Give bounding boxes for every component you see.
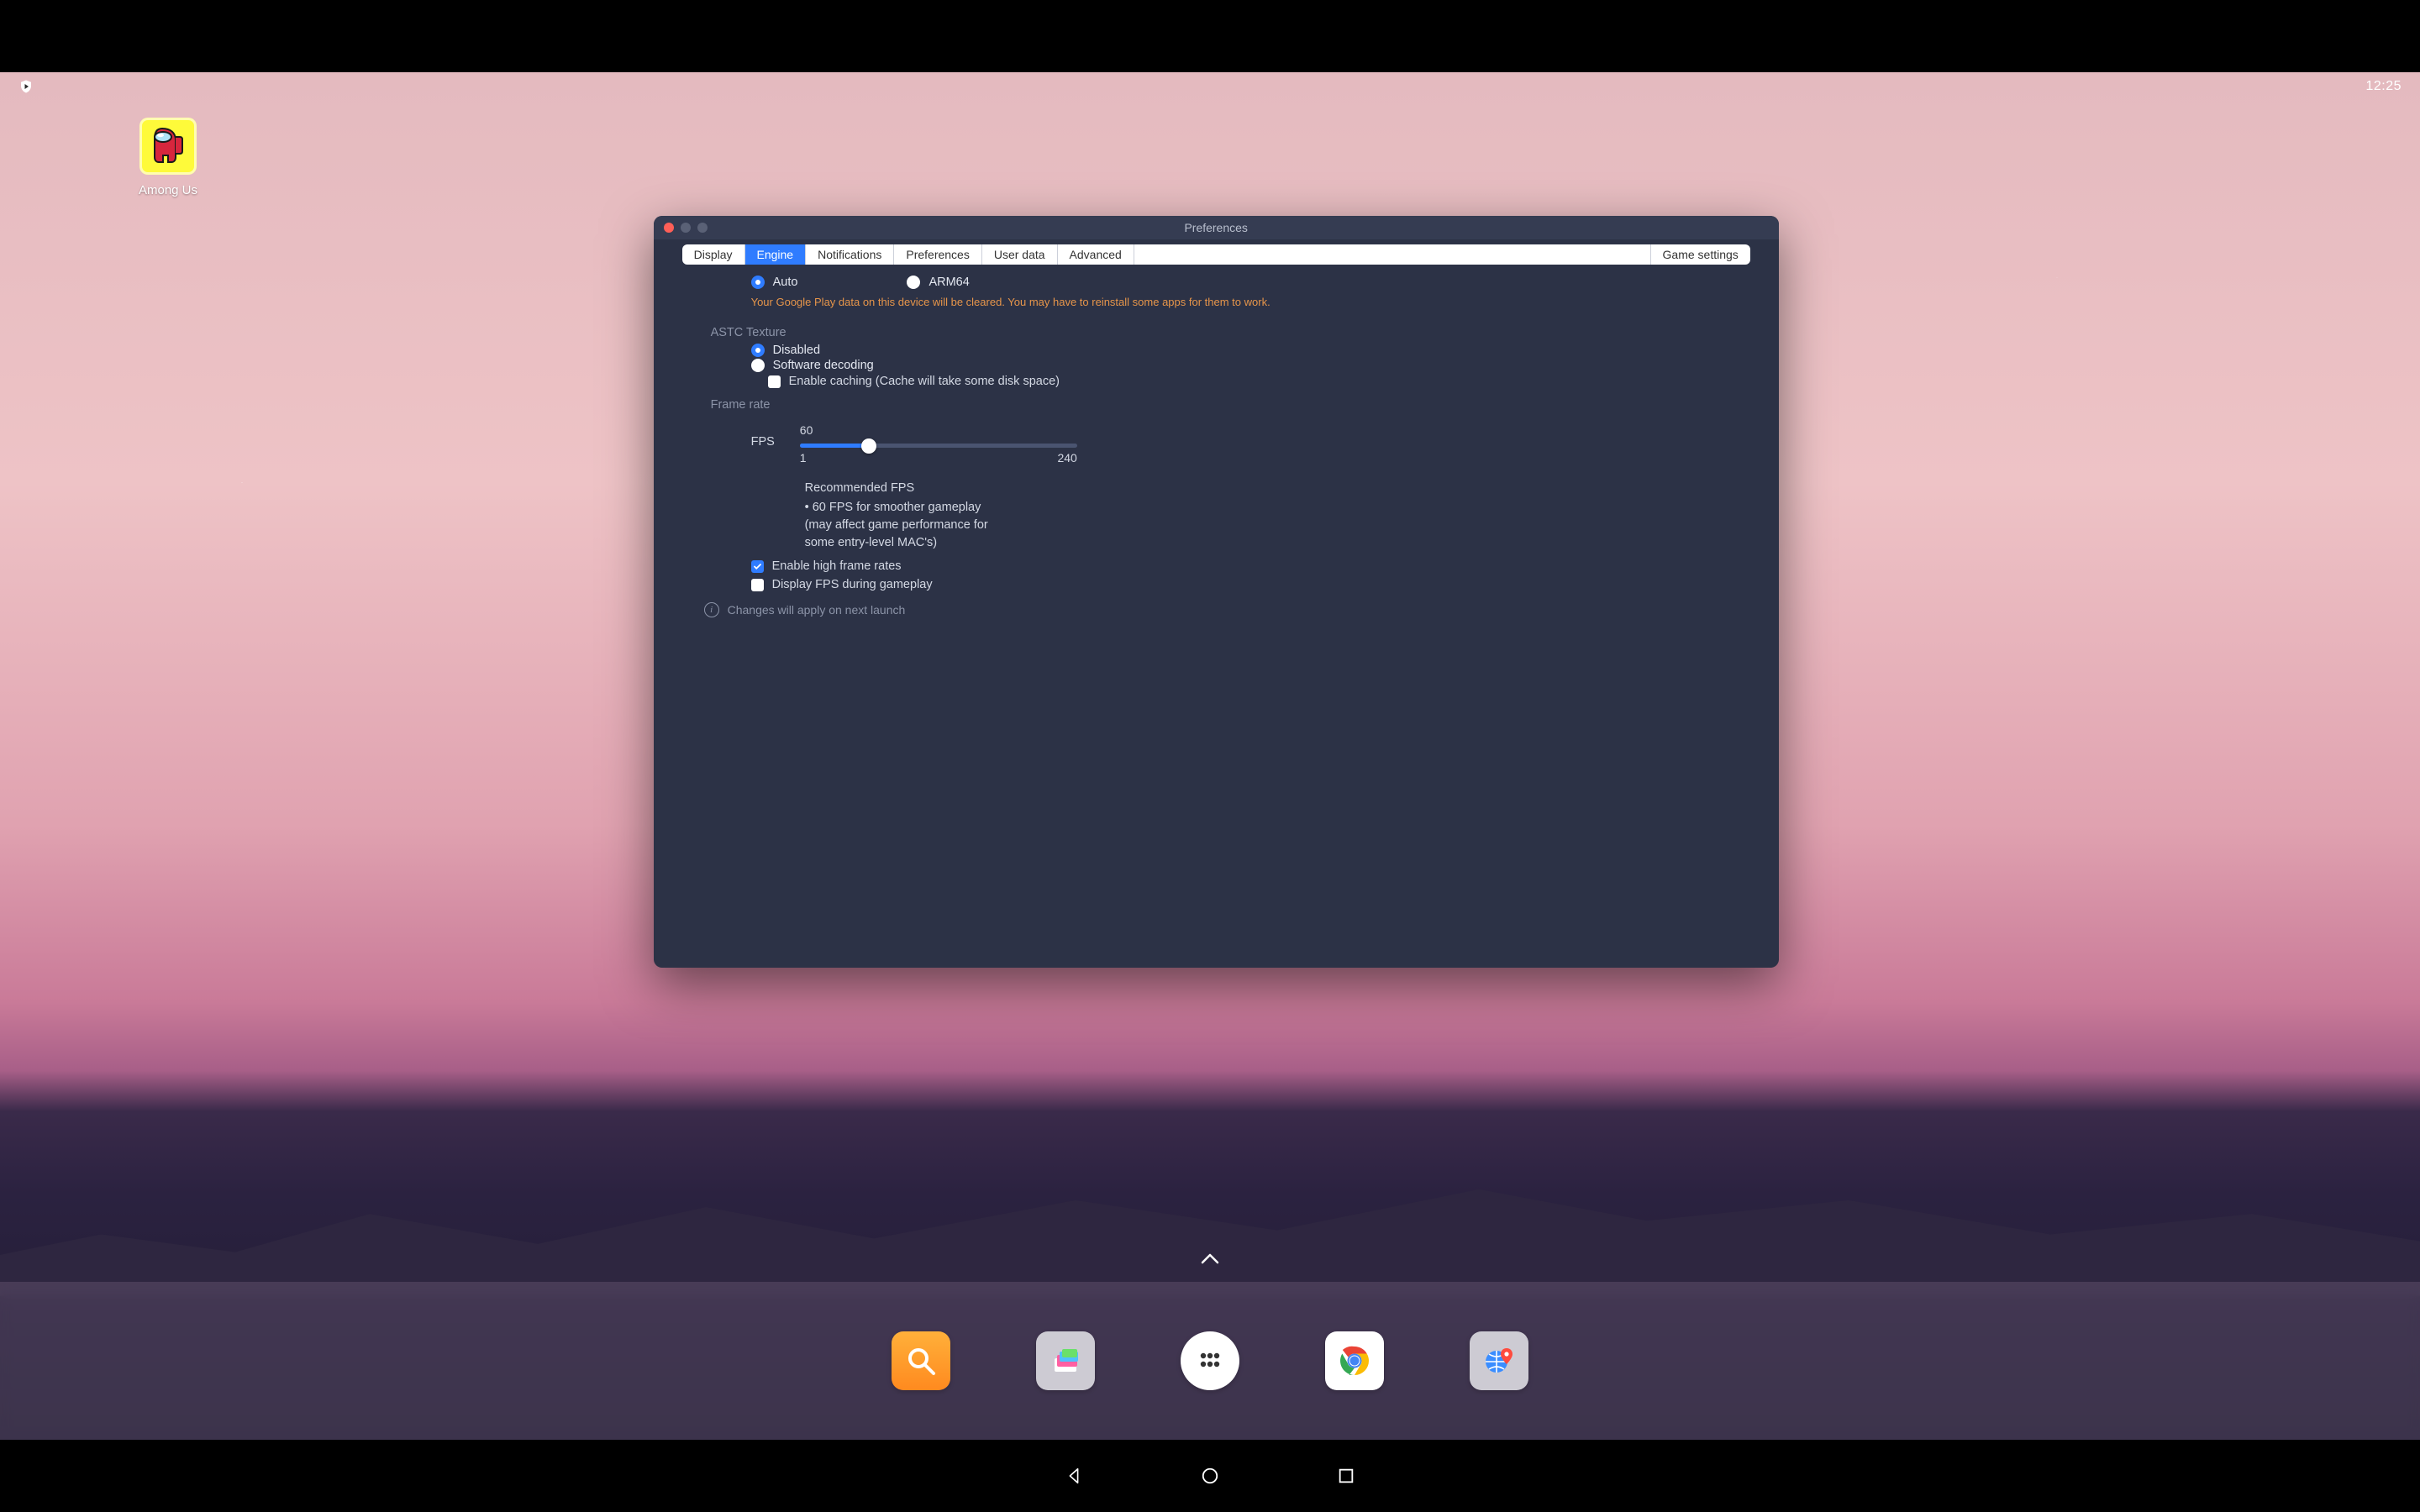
radio-icon [907,276,920,289]
letterbox-top [0,0,2420,72]
checkbox-icon [768,375,781,388]
slider-max: 240 [1057,451,1076,465]
preferences-window: Preferences Display Engine Notifications… [654,216,1779,968]
slider-fill [800,444,870,448]
among-us-icon [149,123,187,169]
checkbox-label: Display FPS during gameplay [772,578,933,591]
android-nav-bar [0,1440,2420,1512]
screen: 12:25 Among Us [0,0,2420,1512]
checkbox-enable-high-fps[interactable]: Enable high frame rates [704,557,1737,575]
status-bar: 12:25 [0,72,2420,101]
fps-slider[interactable]: 60 1 240 [800,423,1077,465]
tab-advanced[interactable]: Advanced [1058,244,1134,265]
search-icon [903,1343,939,1378]
radio-label: Software decoding [773,359,874,372]
slider-min: 1 [800,451,807,465]
tabs-row: Display Engine Notifications Preferences… [654,239,1779,265]
tab-display[interactable]: Display [682,244,745,265]
app-label: Among Us [139,183,197,197]
tab-engine[interactable]: Engine [745,244,807,265]
shield-play-icon [18,79,34,94]
nav-home-button[interactable] [1201,1467,1219,1485]
radio-icon [751,359,765,372]
chrome-icon [1337,1343,1372,1378]
reco-body: • 60 FPS for smoother gameplay (may affe… [805,499,1007,552]
checkbox-label: Enable high frame rates [772,559,902,573]
arch-options: Auto ARM64 [704,273,1737,291]
fps-row: FPS 60 1 240 [704,415,1737,465]
fps-recommendation: Recommended FPS • 60 FPS for smoother ga… [704,465,1007,557]
radio-arm64[interactable]: ARM64 [907,276,969,289]
radio-astc-software[interactable]: Software decoding [704,358,1737,373]
section-framerate-label: Frame rate [704,390,1737,415]
radio-auto[interactable]: Auto [751,276,798,289]
checkbox-icon [751,579,764,591]
wallpaper: 12:25 Among Us [0,72,2420,1439]
apps-grid-icon [1192,1343,1228,1378]
radio-icon [751,276,765,289]
tab-game-settings[interactable]: Game settings [1651,244,1750,265]
checkbox-display-fps[interactable]: Display FPS during gameplay [704,575,1737,594]
nav-recent-button[interactable] [1337,1467,1355,1485]
tab-spacer [1134,244,1651,265]
all-apps-chevron-icon[interactable] [1201,1252,1219,1268]
radio-astc-disabled[interactable]: Disabled [704,343,1737,358]
dock-maps[interactable] [1470,1331,1528,1390]
tab-user-data[interactable]: User data [982,244,1058,265]
status-clock: 12:25 [2365,79,2402,94]
fps-label: FPS [751,423,775,449]
tab-preferences[interactable]: Preferences [894,244,981,265]
section-astc-label: ASTC Texture [704,318,1737,343]
preferences-body: Auto ARM64 Your Google Play data on this… [654,265,1779,968]
window-title: Preferences [654,221,1779,234]
slider-track [800,444,1077,448]
radio-label: Disabled [773,344,820,357]
nav-back-button[interactable] [1065,1467,1083,1485]
footer-note: i Changes will apply on next launch [704,594,1737,624]
radio-icon [751,344,765,357]
window-titlebar[interactable]: Preferences [654,216,1779,239]
info-icon: i [704,602,719,617]
globe-pin-icon [1481,1343,1517,1378]
radio-label: Auto [773,276,798,289]
fps-value: 60 [800,423,1077,437]
checkbox-enable-caching[interactable]: Enable caching (Cache will take some dis… [704,373,1737,390]
slider-thumb[interactable] [861,438,876,454]
gallery-stack-icon [1048,1343,1083,1378]
mountain-silhouette [0,1159,2420,1296]
checkbox-icon [751,560,764,573]
dock-search[interactable] [892,1331,950,1390]
footer-text: Changes will apply on next launch [728,603,906,617]
arch-warning: Your Google Play data on this device wil… [704,291,1737,318]
dock [0,1282,2420,1439]
dock-chrome[interactable] [1325,1331,1384,1390]
dock-apps[interactable] [1181,1331,1239,1390]
radio-label: ARM64 [929,276,969,289]
desktop-icons: Among Us [134,118,202,197]
app-icon-among-us[interactable]: Among Us [134,118,202,197]
dock-media-manager[interactable] [1036,1331,1095,1390]
checkbox-label: Enable caching (Cache will take some dis… [789,375,1060,388]
tab-notifications[interactable]: Notifications [806,244,894,265]
app-tile [139,118,197,175]
reco-heading: Recommended FPS [805,480,1007,497]
